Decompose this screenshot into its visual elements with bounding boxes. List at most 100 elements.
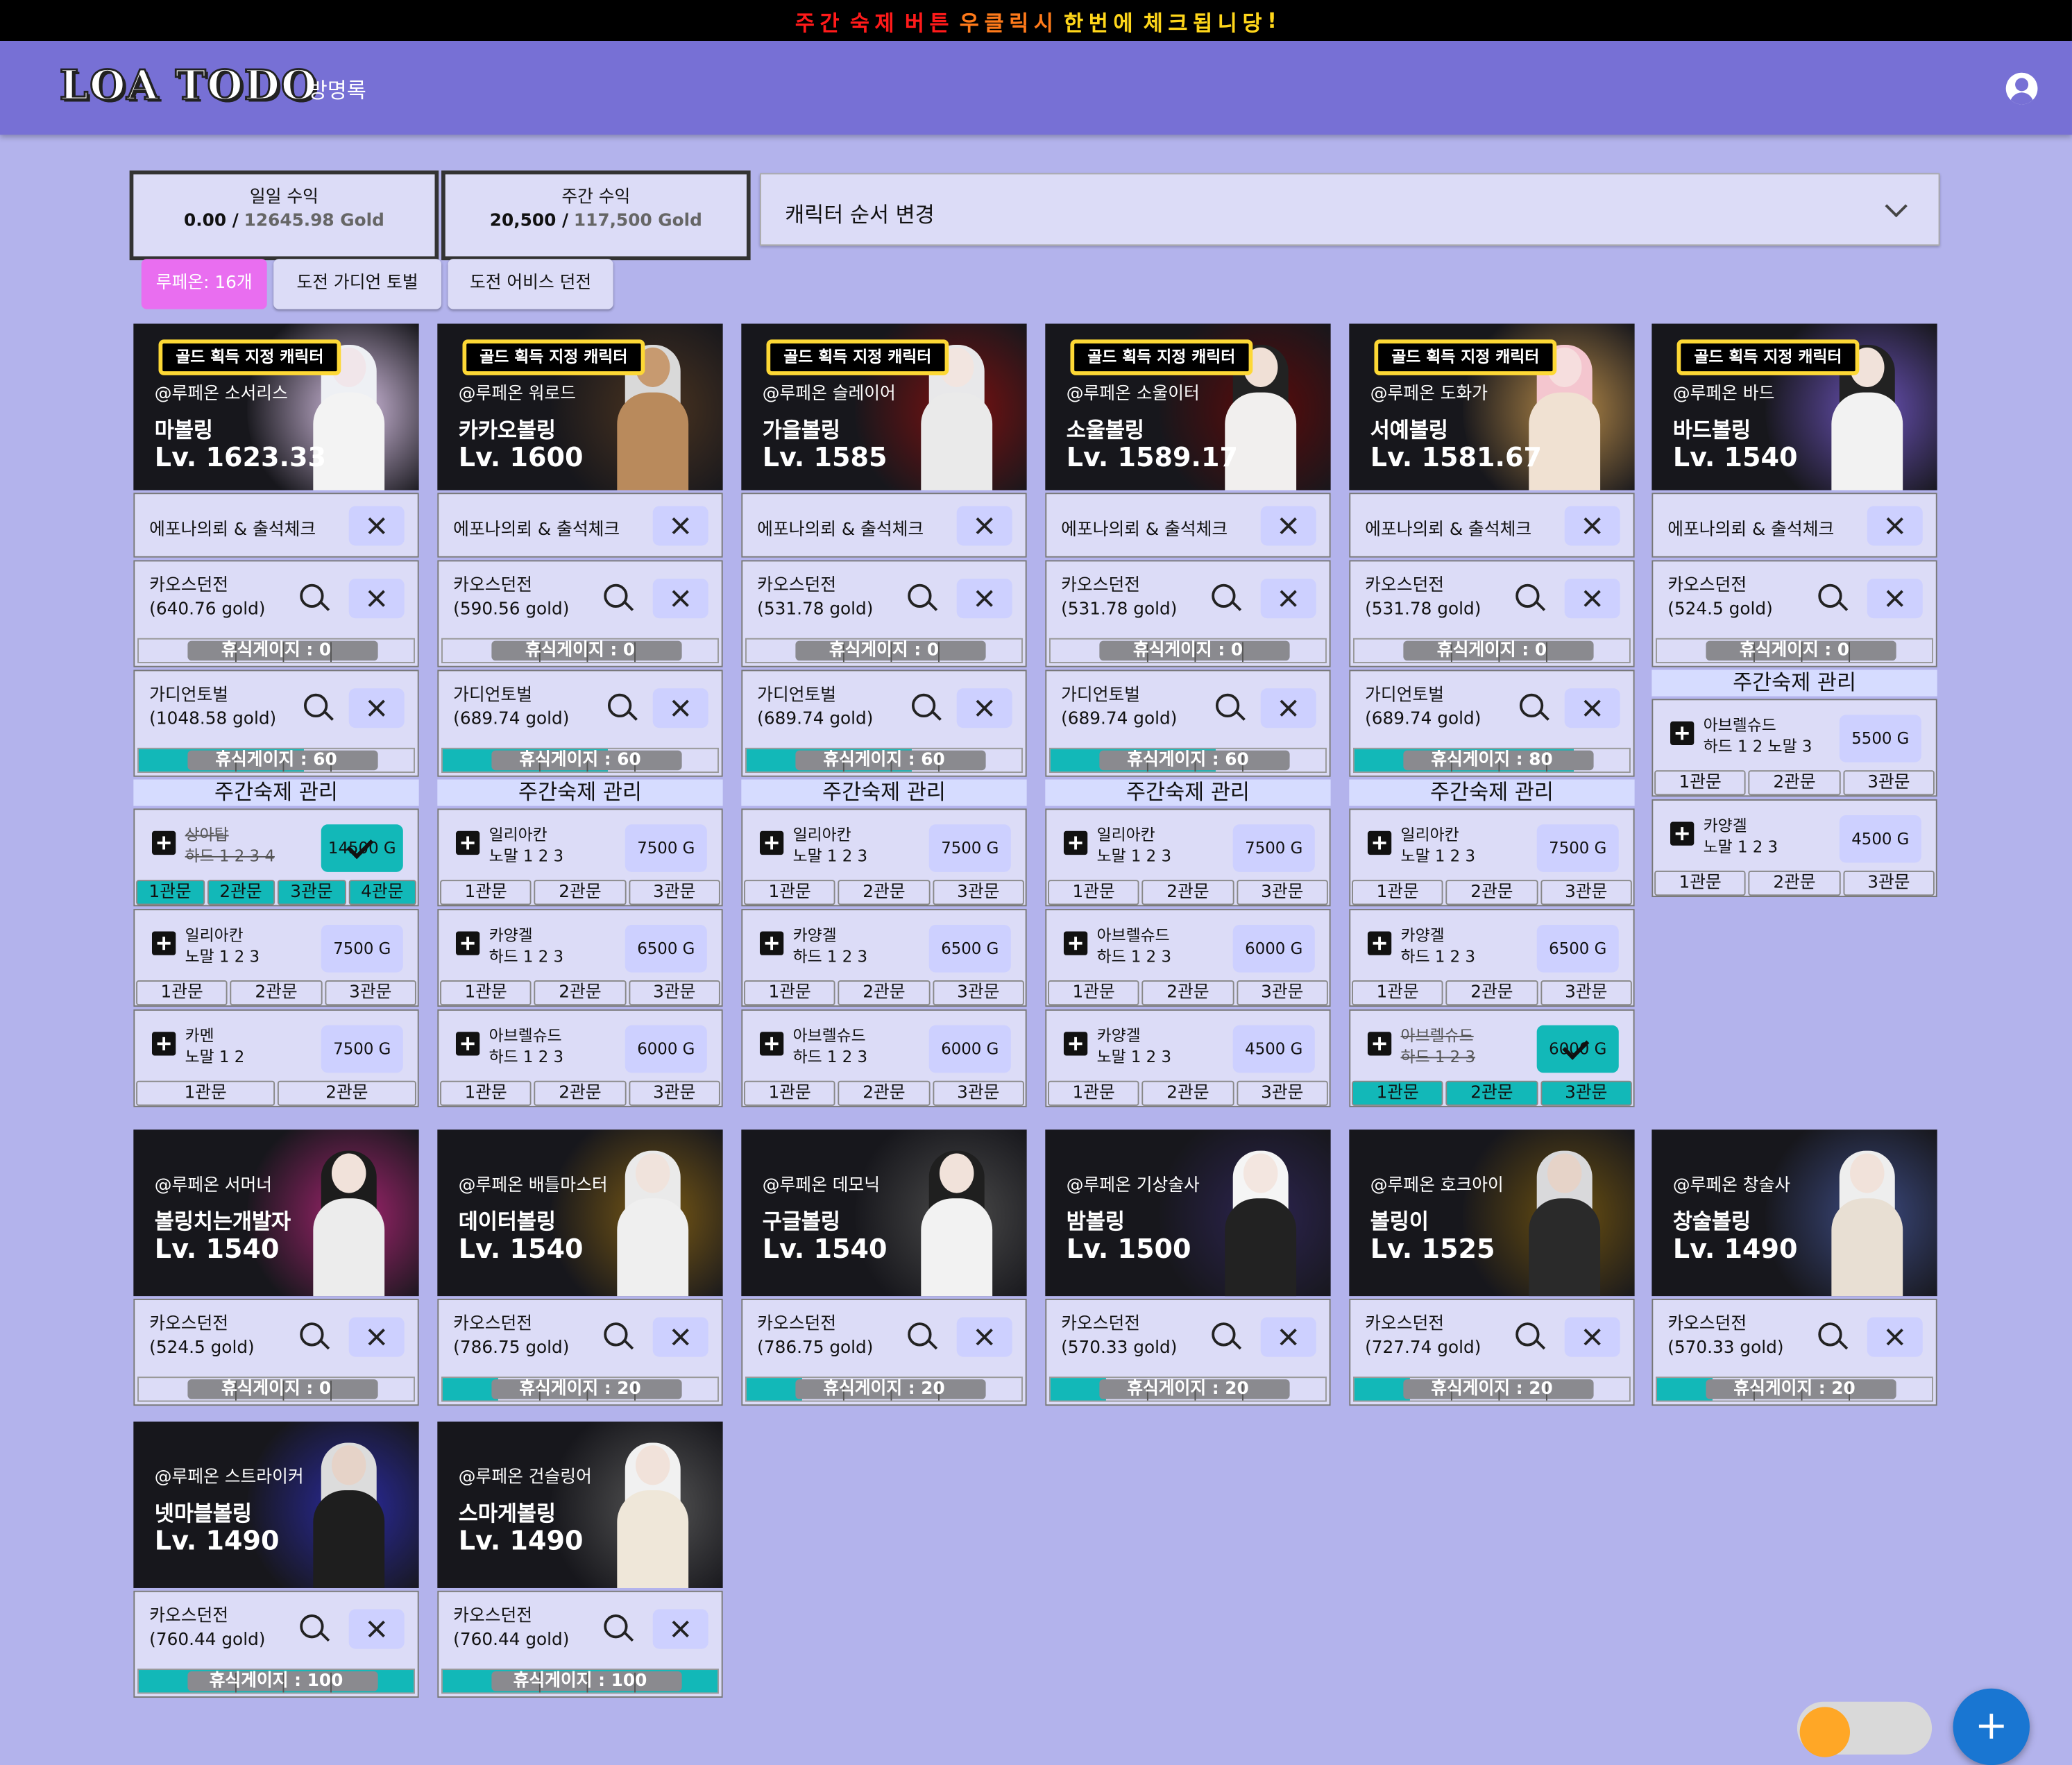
character-portrait-header[interactable]: @루페온 창술사 창술볼링 Lv. 1490 <box>1651 1129 1937 1297</box>
search-icon[interactable] <box>604 583 628 608</box>
plus-icon[interactable] <box>759 1032 784 1056</box>
raid-gate-button[interactable]: 3관문 <box>1236 880 1328 905</box>
guardian-check-button[interactable] <box>956 688 1012 728</box>
search-icon[interactable] <box>1212 1322 1236 1347</box>
raid-gate-button[interactable]: 2관문 <box>1445 980 1538 1006</box>
search-icon[interactable] <box>300 583 324 608</box>
app-logo[interactable]: LOA TODO <box>58 61 318 110</box>
raid-gate-button[interactable]: 2관문 <box>838 1080 930 1106</box>
raid-gold-button[interactable]: 4500 G <box>1839 815 1921 863</box>
raid-gate-button[interactable]: 1관문 <box>440 980 532 1006</box>
character-portrait-header[interactable]: @루페온 데모닉 구글볼링 Lv. 1540 <box>741 1129 1027 1297</box>
plus-icon[interactable] <box>455 830 480 855</box>
character-portrait-header[interactable]: @루페온 스트라이커 넷마블볼링 Lv. 1490 <box>133 1422 419 1588</box>
challenge-guardian-button[interactable]: 도전 가디언 토벌 <box>273 259 442 309</box>
character-portrait-header[interactable]: @루페온 건슬링어 스마게볼링 Lv. 1490 <box>437 1422 723 1588</box>
raid-gold-button[interactable]: 5500 G <box>1839 715 1921 762</box>
add-character-button[interactable]: + <box>1953 1688 2030 1765</box>
chaos-check-button[interactable] <box>652 1317 708 1357</box>
character-portrait-header[interactable]: @루페온 서머너 볼링치는개발자 Lv. 1540 <box>133 1129 419 1297</box>
search-icon[interactable] <box>1818 1322 1842 1347</box>
search-icon[interactable] <box>908 1322 932 1347</box>
raid-gate-button[interactable]: 2관문 <box>1141 1080 1234 1106</box>
raid-gate-button[interactable]: 3관문 <box>932 1080 1024 1106</box>
plus-icon[interactable] <box>1670 721 1695 746</box>
raid-gate-button[interactable]: 2관문 <box>534 1080 626 1106</box>
raid-gate-button[interactable]: 1관문 <box>440 1080 532 1106</box>
raid-gate-button[interactable]: 2관문 <box>1749 770 1841 796</box>
weekly-raid-manage-button[interactable]: 주간숙제 관리 <box>1045 779 1331 806</box>
plus-icon[interactable] <box>1063 931 1088 955</box>
raid-gate-button[interactable]: 2관문 <box>1445 1080 1538 1106</box>
raid-gold-button[interactable]: 4500 G <box>1232 1025 1315 1073</box>
raid-gate-button[interactable]: 3관문 <box>1842 870 1935 896</box>
raid-gate-button[interactable]: 1관문 <box>1352 880 1444 905</box>
account-circle-icon[interactable] <box>2005 72 2038 105</box>
theme-toggle[interactable] <box>1797 1701 1933 1757</box>
weekly-raid-manage-button[interactable]: 주간숙제 관리 <box>1349 779 1635 806</box>
character-order-select[interactable]: 캐릭터 순서 변경 <box>759 173 1940 246</box>
raid-gate-button[interactable]: 2관문 <box>838 980 930 1006</box>
search-icon[interactable] <box>911 693 936 718</box>
plus-icon[interactable] <box>759 931 784 955</box>
raid-gate-button[interactable]: 1관문 <box>744 980 836 1006</box>
raid-gate-button[interactable]: 2관문 <box>1141 980 1234 1006</box>
epona-check-button[interactable] <box>1564 506 1620 546</box>
chaos-check-button[interactable] <box>348 1609 405 1649</box>
chaos-check-button[interactable] <box>1564 579 1620 619</box>
character-portrait-header[interactable]: 골드 획득 지정 캐릭터 @루페온 소서리스 마볼링 Lv. 1623.33 <box>133 323 419 491</box>
plus-icon[interactable] <box>151 830 176 855</box>
plus-icon[interactable] <box>1367 931 1392 955</box>
raid-gate-button[interactable]: 3관문 <box>1236 1080 1328 1106</box>
raid-gate-button[interactable]: 3관문 <box>324 980 416 1006</box>
raid-gate-button[interactable]: 2관문 <box>1749 870 1841 896</box>
chaos-check-button[interactable] <box>956 1317 1012 1357</box>
raid-gate-button[interactable]: 1관문 <box>1352 980 1444 1006</box>
raid-gold-button[interactable]: 14500 G <box>321 824 403 872</box>
raid-gate-button[interactable]: 3관문 <box>1540 980 1632 1006</box>
raid-gate-button[interactable]: 1관문 <box>744 880 836 905</box>
chaos-check-button[interactable] <box>652 1609 708 1649</box>
raid-gold-button[interactable]: 6500 G <box>625 925 707 973</box>
raid-gold-button[interactable]: 7500 G <box>321 925 403 973</box>
chaos-check-button[interactable] <box>1867 1317 1923 1357</box>
nav-guestbook-link[interactable]: 방명록 <box>308 73 366 105</box>
guardian-check-button[interactable] <box>348 688 405 728</box>
raid-gate-button[interactable]: 2관문 <box>1141 880 1234 905</box>
plus-icon[interactable] <box>759 830 784 855</box>
character-portrait-header[interactable]: @루페온 호크아이 볼링이 Lv. 1525 <box>1349 1129 1635 1297</box>
plus-icon[interactable] <box>151 1032 176 1056</box>
weekly-raid-manage-button[interactable]: 주간숙제 관리 <box>741 779 1027 806</box>
chaos-check-button[interactable] <box>1867 579 1923 619</box>
raid-gate-button[interactable]: 3관문 <box>277 880 346 905</box>
character-portrait-header[interactable]: 골드 획득 지정 캐릭터 @루페온 소울이터 소울볼링 Lv. 1589.17 <box>1045 323 1331 491</box>
raid-gate-button[interactable]: 2관문 <box>534 880 626 905</box>
raid-gate-button[interactable]: 3관문 <box>932 880 1024 905</box>
search-icon[interactable] <box>604 1614 628 1639</box>
raid-gate-button[interactable]: 1관문 <box>1048 1080 1140 1106</box>
search-icon[interactable] <box>1215 693 1240 718</box>
raid-gate-button[interactable]: 1관문 <box>136 1080 275 1106</box>
raid-gate-button[interactable]: 3관문 <box>628 880 720 905</box>
raid-gate-button[interactable]: 3관문 <box>628 980 720 1006</box>
plus-icon[interactable] <box>1367 830 1392 855</box>
epona-check-button[interactable] <box>1867 506 1923 546</box>
epona-check-button[interactable] <box>1260 506 1316 546</box>
plus-icon[interactable] <box>455 931 480 955</box>
raid-gate-button[interactable]: 1관문 <box>744 1080 836 1106</box>
raid-gate-button[interactable]: 3관문 <box>1540 880 1632 905</box>
search-icon[interactable] <box>300 1614 324 1639</box>
raid-gate-button[interactable]: 1관문 <box>1654 870 1747 896</box>
epona-check-button[interactable] <box>348 506 405 546</box>
raid-gate-button[interactable]: 3관문 <box>932 980 1024 1006</box>
raid-gate-button[interactable]: 3관문 <box>1540 1080 1632 1106</box>
raid-gold-button[interactable]: 6000 G <box>1232 925 1315 973</box>
chaos-check-button[interactable] <box>652 579 708 619</box>
weekly-raid-manage-button[interactable]: 주간숙제 관리 <box>133 779 419 806</box>
weekly-raid-manage-button[interactable]: 주간숙제 관리 <box>437 779 723 806</box>
plus-icon[interactable] <box>1063 830 1088 855</box>
character-portrait-header[interactable]: @루페온 기상술사 밤볼링 Lv. 1500 <box>1045 1129 1331 1297</box>
epona-check-button[interactable] <box>956 506 1012 546</box>
raid-gate-button[interactable]: 1관문 <box>1654 770 1747 796</box>
plus-icon[interactable] <box>1670 821 1695 846</box>
